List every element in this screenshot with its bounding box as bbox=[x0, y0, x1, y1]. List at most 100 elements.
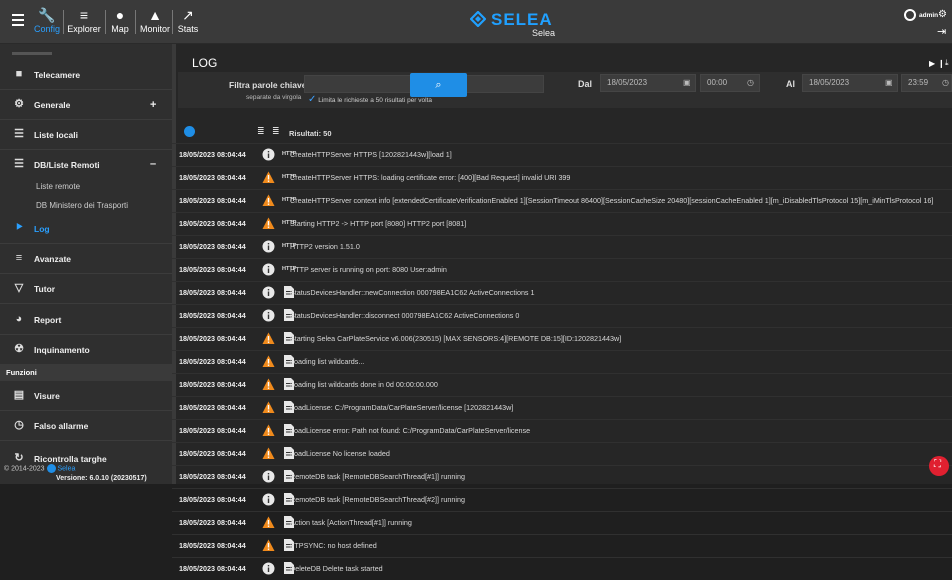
settings-icon[interactable]: ⚙ bbox=[938, 9, 947, 20]
to-date-value: 18/05/2023 bbox=[809, 78, 850, 87]
clock-icon: ◷ bbox=[14, 419, 24, 431]
log-timestamp: 18/05/2023 08:04:44 bbox=[179, 334, 246, 343]
calendar-icon: ▣ bbox=[885, 78, 893, 87]
info-icon bbox=[184, 126, 195, 137]
version-label: Versione: 6.0.10 (20230517) bbox=[56, 475, 147, 482]
log-timestamp: 18/05/2023 08:04:44 bbox=[179, 564, 246, 573]
checkmark-icon: ✓ bbox=[308, 94, 317, 105]
from-date-value: 18/05/2023 bbox=[607, 78, 648, 87]
sidebar-item-visure[interactable]: ▤ Visure bbox=[0, 381, 172, 409]
to-date-input[interactable]: 18/05/2023 ▣ bbox=[802, 74, 898, 92]
sidebar-item-label: Inquinamento bbox=[34, 345, 90, 355]
log-row[interactable]: 18/05/2023 08:04:44 HTTP CreateHTTPServer … bbox=[172, 189, 952, 212]
sidebar-item-inquinamento[interactable]: ☢ Inquinamento bbox=[0, 335, 172, 363]
sidebar-item-report[interactable]: ◕ Report bbox=[0, 305, 172, 333]
clock-icon: ◷ bbox=[747, 78, 754, 87]
log-row[interactable]: 18/05/2023 08:04:44 HTTP Starting HTTP2 ->… bbox=[172, 212, 952, 235]
sidebar-item-liste-locali[interactable]: ☰ Liste locali bbox=[0, 120, 172, 148]
nav-config[interactable]: 🔧 Config bbox=[34, 6, 60, 34]
log-message: Loading list wildcards done in 0d 00:00:… bbox=[290, 380, 438, 389]
fullscreen-button[interactable]: ⛶ bbox=[929, 456, 949, 476]
footer-brand: Selea bbox=[57, 465, 76, 473]
log-row[interactable]: 18/05/2023 08:04:44 HTTP HTTP2 version 1.5… bbox=[172, 235, 952, 258]
play-icon[interactable]: ▶ bbox=[929, 59, 935, 68]
sidebar-item-db-liste-remoti[interactable]: ☰ DB/Liste Remoti – bbox=[0, 150, 172, 178]
info-icon bbox=[262, 263, 275, 276]
to-label: Al bbox=[786, 79, 795, 89]
sidebar-item-avanzate[interactable]: ≡ Avanzate bbox=[0, 244, 172, 272]
from-time-value: 00:00 bbox=[707, 78, 728, 87]
sidebar-item-label: Log bbox=[34, 224, 50, 234]
info-icon bbox=[262, 562, 275, 575]
warning-icon bbox=[262, 539, 275, 552]
to-time-value: 23:59 bbox=[908, 78, 929, 87]
limit-checkbox[interactable]: ✓ Limita le richieste a 50 risultati per… bbox=[308, 94, 432, 105]
nav-map[interactable]: ● Map bbox=[108, 6, 132, 34]
filter-sublabel: separate da virgola bbox=[246, 94, 302, 101]
user-avatar-icon[interactable] bbox=[904, 9, 916, 21]
log-timestamp: 18/05/2023 08:04:44 bbox=[179, 472, 246, 481]
collapse-toggle[interactable]: – bbox=[150, 158, 156, 170]
to-time-input[interactable]: 23:59 ◷ bbox=[901, 74, 952, 92]
sidebar: ■ Telecamere ⚙ Generale + ☰ Liste locali… bbox=[0, 44, 172, 484]
log-row[interactable]: 18/05/2023 08:04:44 DeleteDB Delete task … bbox=[172, 557, 952, 580]
log-message: CreateHTTPServer HTTPS: loading certific… bbox=[290, 173, 571, 182]
card-icon: ▤ bbox=[13, 389, 25, 401]
log-row[interactable]: 18/05/2023 08:04:44 HTTP CreateHTTPServer … bbox=[172, 166, 952, 189]
download-icon[interactable]: ⤓ bbox=[945, 58, 949, 68]
log-row[interactable]: 18/05/2023 08:04:44 HTTP HTTP server is ru… bbox=[172, 258, 952, 281]
expand-toggle[interactable]: + bbox=[150, 99, 156, 111]
filter-list-icon[interactable]: ≣ bbox=[272, 126, 280, 137]
sidebar-item-generale[interactable]: ⚙ Generale + bbox=[0, 90, 172, 118]
divider bbox=[105, 10, 106, 34]
log-timestamp: 18/05/2023 08:04:44 bbox=[179, 357, 246, 366]
logout-icon[interactable]: ⇥ bbox=[937, 25, 946, 38]
log-timestamp: 18/05/2023 08:04:44 bbox=[179, 265, 246, 274]
sidebar-item-telecamere[interactable]: ■ Telecamere bbox=[0, 60, 172, 88]
from-date-input[interactable]: 18/05/2023 ▣ bbox=[600, 74, 696, 92]
log-row[interactable]: 18/05/2023 08:04:44 HTTP CreateHTTPServer … bbox=[172, 143, 952, 166]
log-row[interactable]: 18/05/2023 08:04:44 Starting Selea CarPla… bbox=[172, 327, 952, 350]
filter-list-icon[interactable]: ≣ bbox=[257, 126, 265, 137]
log-row[interactable]: 18/05/2023 08:04:44 LoadLicense error: Pa… bbox=[172, 419, 952, 442]
warning-icon bbox=[262, 378, 275, 391]
sidebar-subitem-db-ministero[interactable]: DB Ministero dei Trasporti bbox=[36, 201, 128, 210]
map-pin-icon: ● bbox=[115, 7, 125, 23]
log-row[interactable]: 18/05/2023 08:04:44 RemoteDB task [Remote… bbox=[172, 488, 952, 511]
log-timestamp: 18/05/2023 08:04:44 bbox=[179, 449, 246, 458]
warning-icon bbox=[262, 401, 275, 414]
pause-icon[interactable]: ❙ bbox=[938, 59, 945, 68]
sidebar-item-tutor[interactable]: ▽ Tutor bbox=[0, 274, 172, 302]
log-row[interactable]: 18/05/2023 08:04:44 Loading list wildcard… bbox=[172, 373, 952, 396]
log-timestamp: 18/05/2023 08:04:44 bbox=[179, 541, 246, 550]
sidebar-subitem-liste-remote[interactable]: Liste remote bbox=[36, 182, 80, 191]
from-time-input[interactable]: 00:00 ◷ bbox=[700, 74, 760, 92]
log-row[interactable]: 18/05/2023 08:04:44 LoadLicense: C:/Progr… bbox=[172, 396, 952, 419]
top-navigation-bar: 🔧 Config ≡ Explorer ● Map ▲ Monitor ↗ St… bbox=[0, 0, 952, 44]
nav-stats[interactable]: ↗ Stats bbox=[176, 6, 200, 34]
filter-label: Filtra parole chiave bbox=[229, 80, 307, 90]
log-message: Loading list wildcards... bbox=[290, 357, 365, 366]
pie-icon: ◕ bbox=[15, 313, 23, 325]
clock-icon: ◷ bbox=[942, 78, 949, 87]
log-row[interactable]: 18/05/2023 08:04:44 RemoteDB task [Remote… bbox=[172, 465, 952, 488]
warning-icon bbox=[262, 171, 275, 184]
sidebar-item-log[interactable]: ⯈ Log bbox=[0, 214, 172, 242]
nav-explorer[interactable]: ≡ Explorer bbox=[66, 6, 102, 34]
log-row[interactable]: 18/05/2023 08:04:44 Loading list wildcard… bbox=[172, 350, 952, 373]
warning-icon bbox=[262, 194, 275, 207]
sidebar-item-falso-allarme[interactable]: ◷ Falso allarme bbox=[0, 411, 172, 439]
hamburger-menu-icon[interactable] bbox=[12, 14, 24, 26]
log-timestamp: 18/05/2023 08:04:44 bbox=[179, 288, 246, 297]
user-name[interactable]: admin bbox=[919, 12, 938, 19]
log-row[interactable]: 18/05/2023 08:04:44 Action task [ActionTh… bbox=[172, 511, 952, 534]
main-content: LOG ▶ ❙ ⤓ Filtra parole chiave separate … bbox=[172, 44, 952, 575]
log-message: LoadLicense No license loaded bbox=[290, 449, 390, 458]
log-message: StatusDevicesHandler::newConnection 0007… bbox=[290, 288, 535, 297]
log-message: HTTP2 version 1.51.0 bbox=[290, 242, 360, 251]
log-row[interactable]: 18/05/2023 08:04:44 StatusDevicesHandler:… bbox=[172, 281, 952, 304]
log-row[interactable]: 18/05/2023 08:04:44 StatusDevicesHandler:… bbox=[172, 304, 952, 327]
log-row[interactable]: 18/05/2023 08:04:44 FTPSYNC: no host defi… bbox=[172, 534, 952, 557]
nav-monitor[interactable]: ▲ Monitor bbox=[140, 6, 170, 34]
log-row[interactable]: 18/05/2023 08:04:44 LoadLicense No licens… bbox=[172, 442, 952, 465]
